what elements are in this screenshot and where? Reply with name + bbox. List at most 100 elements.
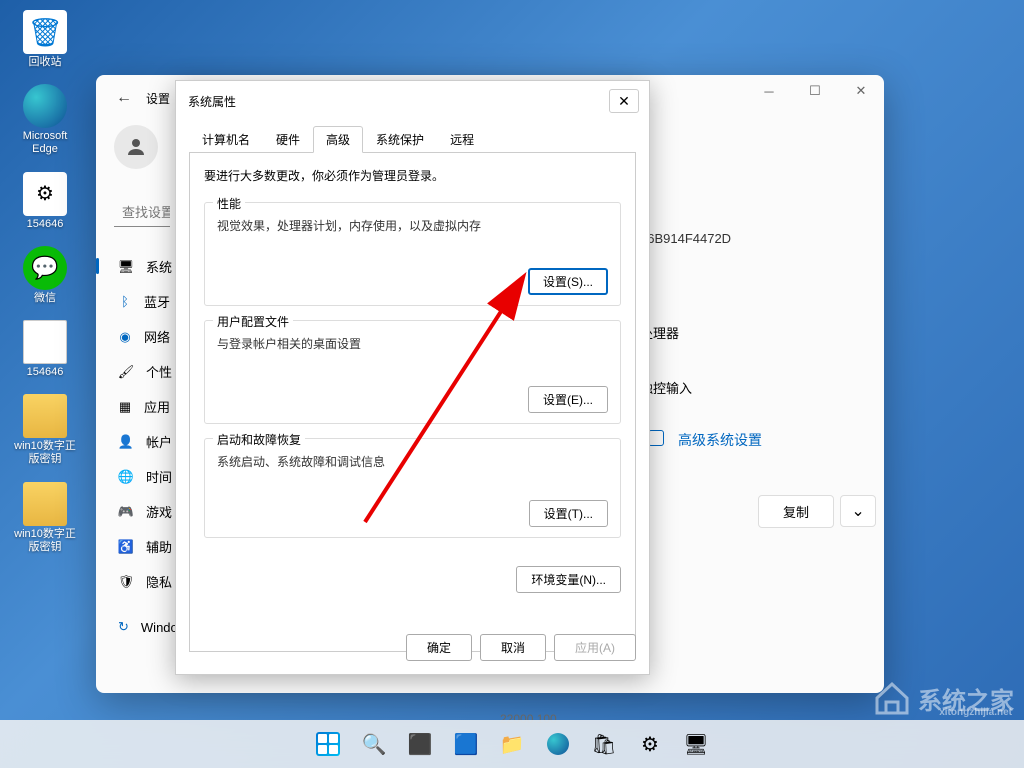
copy-button[interactable]: 复制 bbox=[758, 495, 834, 528]
tab-remote[interactable]: 远程 bbox=[437, 126, 487, 153]
nav-games[interactable]: 🎮游戏 bbox=[114, 494, 170, 529]
search-input[interactable]: 查找设置 bbox=[114, 197, 170, 227]
advanced-icon bbox=[648, 430, 664, 446]
tab-protection[interactable]: 系统保护 bbox=[363, 126, 437, 153]
startup-settings-button[interactable]: 设置(T)... bbox=[529, 500, 608, 527]
performance-settings-button[interactable]: 设置(S)... bbox=[528, 268, 608, 295]
txt-icon bbox=[23, 320, 67, 364]
advanced-system-settings-link[interactable]: 高级系统设置 bbox=[678, 430, 762, 450]
dialog-close-button[interactable]: ✕ bbox=[609, 89, 639, 113]
widgets-button[interactable]: 🟦 bbox=[446, 724, 486, 764]
store-icon: 🛍 bbox=[591, 732, 616, 757]
widgets-icon: 🟦 bbox=[454, 732, 479, 757]
nav-system[interactable]: 🖥系统 bbox=[114, 249, 170, 284]
file-icon: ⚙ bbox=[23, 172, 67, 216]
taskbar: 🔍 ⬛ 🟦 📁 🛍 ⚙ 🖥 bbox=[0, 720, 1024, 768]
nav-accounts[interactable]: 👤帐户 bbox=[114, 424, 170, 459]
startup-group: 启动和故障恢复 系统启动、系统故障和调试信息 设置(T)... bbox=[204, 438, 621, 538]
app-icon: 🖥 bbox=[683, 732, 708, 757]
user-avatar[interactable] bbox=[114, 125, 158, 169]
taskview-icon: ⬛ bbox=[408, 732, 433, 757]
nav-bluetooth[interactable]: ᛒ蓝牙 bbox=[114, 284, 170, 319]
maximize-button[interactable]: ☐ bbox=[792, 75, 838, 107]
nav-network[interactable]: ◉网络 bbox=[114, 319, 170, 354]
folder-label-2: win10数字正版密钥 bbox=[10, 528, 80, 554]
environment-variables-button[interactable]: 环境变量(N)... bbox=[516, 566, 621, 593]
cancel-button[interactable]: 取消 bbox=[480, 634, 546, 661]
user-profile-settings-button[interactable]: 设置(E)... bbox=[528, 386, 608, 413]
nav-apps[interactable]: ▦应用 bbox=[114, 389, 170, 424]
brush-icon: 🖌 bbox=[118, 364, 134, 380]
folder-icon bbox=[23, 482, 67, 526]
apply-button[interactable]: 应用(A) bbox=[554, 634, 636, 661]
admin-note: 要进行大多数更改，你必须作为管理员登录。 bbox=[204, 167, 621, 184]
settings-title: 设置 bbox=[146, 90, 170, 107]
user-profile-title: 用户配置文件 bbox=[213, 313, 293, 330]
performance-desc: 视觉效果，处理器计划，内存使用，以及虚拟内存 bbox=[217, 217, 608, 234]
nav-time[interactable]: 🌐时间 bbox=[114, 459, 170, 494]
wifi-icon: ◉ bbox=[118, 329, 132, 345]
start-button[interactable] bbox=[308, 724, 348, 764]
edge-label: Microsoft Edge bbox=[10, 130, 80, 156]
nav-personalize[interactable]: 🖌个性 bbox=[114, 354, 170, 389]
recycle-bin-icon bbox=[23, 10, 67, 54]
back-arrow-icon[interactable]: ← bbox=[116, 89, 132, 107]
game-icon: 🎮 bbox=[118, 504, 134, 520]
user-profile-group: 用户配置文件 与登录帐户相关的桌面设置 设置(E)... bbox=[204, 320, 621, 424]
explorer-button[interactable]: 📁 bbox=[492, 724, 532, 764]
settings-taskbar[interactable]: ⚙ bbox=[630, 724, 670, 764]
clock-icon: 🌐 bbox=[118, 469, 134, 485]
tab-computer-name[interactable]: 计算机名 bbox=[189, 126, 263, 153]
update-icon: ↻ bbox=[118, 619, 129, 635]
store-button[interactable]: 🛍 bbox=[584, 724, 624, 764]
tab-hardware[interactable]: 硬件 bbox=[263, 126, 313, 153]
edge-shortcut[interactable]: Microsoft Edge bbox=[10, 84, 80, 156]
house-icon bbox=[872, 678, 912, 718]
dialog-title: 系统属性 bbox=[188, 93, 236, 110]
file-label-2: 154646 bbox=[10, 366, 80, 379]
expand-button[interactable]: ⌄ bbox=[840, 495, 876, 527]
chevron-down-icon: ⌄ bbox=[851, 501, 864, 521]
folder-win10key-1[interactable]: win10数字正版密钥 bbox=[10, 394, 80, 466]
edge-taskbar[interactable] bbox=[538, 724, 578, 764]
performance-group: 性能 视觉效果，处理器计划，内存使用，以及虚拟内存 设置(S)... bbox=[204, 202, 621, 306]
wechat-label: 微信 bbox=[10, 292, 80, 305]
gear-icon: ⚙ bbox=[641, 732, 659, 757]
startup-title: 启动和故障恢复 bbox=[213, 431, 305, 448]
tab-advanced[interactable]: 高级 bbox=[313, 126, 363, 153]
performance-title: 性能 bbox=[213, 195, 245, 212]
watermark: 系统之家 xitongzhijia.net bbox=[872, 678, 1014, 718]
folder-icon bbox=[23, 394, 67, 438]
accounts-icon: 👤 bbox=[118, 434, 134, 450]
system-icon: 🖥 bbox=[118, 259, 134, 275]
search-icon: 🔍 bbox=[362, 732, 387, 757]
app-taskbar[interactable]: 🖥 bbox=[676, 724, 716, 764]
recycle-bin[interactable]: 回收站 bbox=[10, 10, 80, 69]
user-profile-desc: 与登录帐户相关的桌面设置 bbox=[217, 335, 608, 352]
accessibility-icon: ♿ bbox=[118, 539, 134, 555]
taskview-button[interactable]: ⬛ bbox=[400, 724, 440, 764]
apps-icon: ▦ bbox=[118, 399, 132, 415]
bluetooth-icon: ᛒ bbox=[118, 294, 132, 310]
folder-icon: 📁 bbox=[500, 732, 525, 757]
ok-button[interactable]: 确定 bbox=[406, 634, 472, 661]
folder-label: win10数字正版密钥 bbox=[10, 440, 80, 466]
device-id: 26B914F4472D bbox=[640, 231, 731, 246]
person-icon bbox=[124, 135, 148, 159]
close-button[interactable]: ✕ bbox=[838, 75, 884, 107]
edge-icon bbox=[547, 733, 569, 755]
wechat-shortcut[interactable]: 💬 微信 bbox=[10, 246, 80, 305]
file-154646-1[interactable]: ⚙ 154646 bbox=[10, 172, 80, 231]
startup-desc: 系统启动、系统故障和调试信息 bbox=[217, 453, 608, 470]
nav-update[interactable]: ↻Windows 更新 bbox=[114, 609, 170, 644]
file-154646-2[interactable]: 154646 bbox=[10, 320, 80, 379]
folder-win10key-2[interactable]: win10数字正版密钥 bbox=[10, 482, 80, 554]
nav-privacy[interactable]: 🛡隐私 bbox=[114, 564, 170, 599]
edge-icon bbox=[23, 84, 67, 128]
windows-icon bbox=[316, 732, 340, 756]
shield-icon: 🛡 bbox=[118, 574, 134, 590]
minimize-button[interactable]: ─ bbox=[746, 75, 792, 107]
nav-accessibility[interactable]: ♿辅助 bbox=[114, 529, 170, 564]
search-button[interactable]: 🔍 bbox=[354, 724, 394, 764]
recycle-bin-label: 回收站 bbox=[10, 56, 80, 69]
